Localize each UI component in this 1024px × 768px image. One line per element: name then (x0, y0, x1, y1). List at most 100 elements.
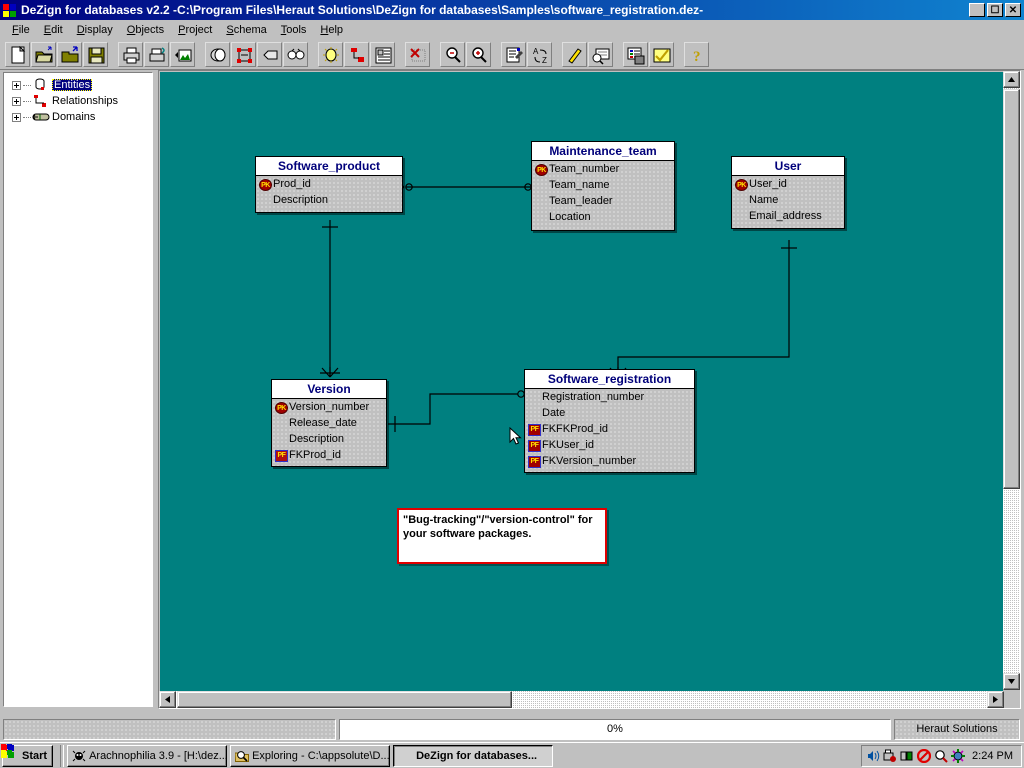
domain-icon (32, 110, 50, 124)
display-icon[interactable] (951, 748, 966, 763)
dezign-app-icon[interactable] (2, 2, 18, 18)
entity-attribute[interactable]: Release_date (272, 415, 386, 431)
taskbar-button-exploring[interactable]: Exploring - C:\appsolute\D... (230, 744, 391, 767)
reverse-engineer-button[interactable] (344, 41, 369, 67)
taskbar-button-arachnophilia[interactable]: Arachnophilia 3.9 - [H:\dez... (67, 744, 228, 767)
menu-project[interactable]: Project (171, 22, 219, 38)
menu-schema[interactable]: Schema (219, 22, 273, 38)
clock[interactable]: 2:24 PM (968, 750, 1017, 762)
network-icon[interactable] (900, 749, 914, 763)
menu-edit[interactable]: Edit (37, 22, 70, 38)
entity-attribute[interactable]: Date (525, 405, 694, 421)
rename-button[interactable] (257, 41, 282, 67)
foreign-key-icon: PF (528, 423, 541, 436)
taskbar-button-dezign[interactable]: DeZign for databases... (1, 744, 554, 767)
entity-attribute[interactable]: Team_leader (532, 193, 674, 209)
generate-model-button[interactable] (318, 41, 343, 67)
attribute-name: FKFKProd_id (542, 423, 609, 435)
delete-selection-button[interactable] (405, 41, 430, 67)
entity-attribute[interactable]: Description (256, 192, 402, 208)
help-button[interactable]: ? (684, 41, 709, 67)
canvas-horizontal-scrollbar[interactable] (159, 691, 1004, 708)
preview-window-button[interactable] (588, 41, 613, 67)
key-badge-slot (734, 210, 749, 223)
report-button[interactable] (370, 41, 395, 67)
restore-button[interactable]: ☐ (987, 3, 1003, 17)
vertical-scroll-thumb[interactable] (1003, 89, 1020, 489)
relationship-diagram-button[interactable] (231, 41, 256, 67)
volume-icon[interactable] (866, 749, 880, 763)
minimize-button[interactable]: _ (969, 3, 985, 18)
scroll-down-button[interactable] (1003, 673, 1020, 690)
find-fast-icon[interactable] (934, 749, 948, 763)
save-button[interactable] (83, 41, 108, 67)
entity-attribute[interactable]: Registration_number (525, 389, 694, 405)
object-tree-pane[interactable]: Entities Relationships Domains (3, 72, 153, 707)
svg-text:Z: Z (542, 56, 547, 65)
find-button[interactable] (283, 41, 308, 67)
quick-run-button[interactable] (562, 41, 587, 67)
expand-icon[interactable] (12, 112, 21, 122)
entity-attribute[interactable]: PK Team_number (532, 161, 674, 177)
entity-attribute[interactable]: PF FKVersion_number (525, 453, 694, 469)
layers-button[interactable] (205, 41, 230, 67)
tree-node-relationships[interactable]: Relationships (4, 93, 152, 109)
entity-attribute[interactable]: Description (272, 431, 386, 447)
page-setup-button[interactable] (501, 41, 526, 67)
menu-display[interactable]: Display (70, 22, 120, 38)
expand-icon[interactable] (12, 80, 21, 90)
entity-user[interactable]: User PK User_id Name Email_address (731, 156, 845, 229)
canvas-vertical-scrollbar[interactable] (1003, 71, 1020, 690)
entity-version[interactable]: Version PK Version_number Release_date D… (271, 379, 387, 467)
new-document-button[interactable] (5, 41, 30, 67)
attribute-name: FKProd_id (289, 449, 341, 461)
diagram-note[interactable]: "Bug-tracking"/"version-control" for you… (397, 508, 607, 564)
entity-attribute[interactable]: PK Prod_id (256, 176, 402, 192)
entity-attribute[interactable]: PF FKProd_id (272, 447, 386, 463)
entity-attribute[interactable]: PF FKUser_id (525, 437, 694, 453)
menu-file[interactable]: File (5, 22, 37, 38)
foreign-key-icon: PF (528, 455, 541, 468)
entity-maintenance-team[interactable]: Maintenance_team PK Team_number Team_nam… (531, 141, 675, 231)
attribute-name: Email_address (749, 210, 822, 222)
zoom-in-button[interactable] (466, 41, 491, 67)
tree-node-domains[interactable]: Domains (4, 109, 152, 125)
title-bar: DeZign for databases v2.2 -C:\Program Fi… (0, 0, 1024, 20)
entity-attribute[interactable]: Name (732, 192, 844, 208)
entity-icon (32, 78, 50, 92)
open-project-button[interactable] (57, 41, 82, 67)
entity-attribute[interactable]: PF FKFKProd_id (525, 421, 694, 437)
print-preview-button[interactable] (144, 41, 169, 67)
key-badge-slot (534, 179, 549, 192)
horizontal-scroll-thumb[interactable] (177, 691, 512, 708)
attribute-name: Release_date (289, 417, 357, 429)
scroll-right-button[interactable] (987, 691, 1004, 708)
tree-node-entities[interactable]: Entities (4, 77, 152, 93)
antivirus-icon[interactable] (916, 748, 932, 763)
zoom-out-button[interactable] (440, 41, 465, 67)
menu-help[interactable]: Help (313, 22, 350, 38)
scroll-left-button[interactable] (159, 691, 176, 708)
print-button[interactable] (118, 41, 143, 67)
sort-az-button[interactable]: AZ (527, 41, 552, 67)
entity-attribute[interactable]: PK User_id (732, 176, 844, 192)
entity-attribute[interactable]: Team_name (532, 177, 674, 193)
save-to-database-button[interactable] (623, 41, 648, 67)
entity-attribute[interactable]: Location (532, 209, 674, 225)
entity-software-registration[interactable]: Software_registration Registration_numbe… (524, 369, 695, 473)
status-bar: 0% Heraut Solutions (0, 716, 1024, 742)
scroll-up-button[interactable] (1003, 71, 1020, 88)
close-button[interactable]: ✕ (1005, 3, 1021, 17)
note-text: "Bug-tracking"/"version-control" for you… (403, 514, 593, 540)
open-folder-button[interactable] (31, 41, 56, 67)
export-image-button[interactable] (170, 41, 195, 67)
expand-icon[interactable] (12, 96, 21, 106)
diagram-canvas[interactable]: Software_product PK Prod_id Description … (160, 72, 1003, 691)
menu-tools[interactable]: Tools (274, 22, 314, 38)
entity-attribute[interactable]: Email_address (732, 208, 844, 224)
modem-icon[interactable] (883, 749, 897, 763)
entity-attribute[interactable]: PK Version_number (272, 399, 386, 415)
checklist-button[interactable] (649, 41, 674, 67)
menu-objects[interactable]: Objects (120, 22, 171, 38)
entity-software-product[interactable]: Software_product PK Prod_id Description (255, 156, 403, 213)
